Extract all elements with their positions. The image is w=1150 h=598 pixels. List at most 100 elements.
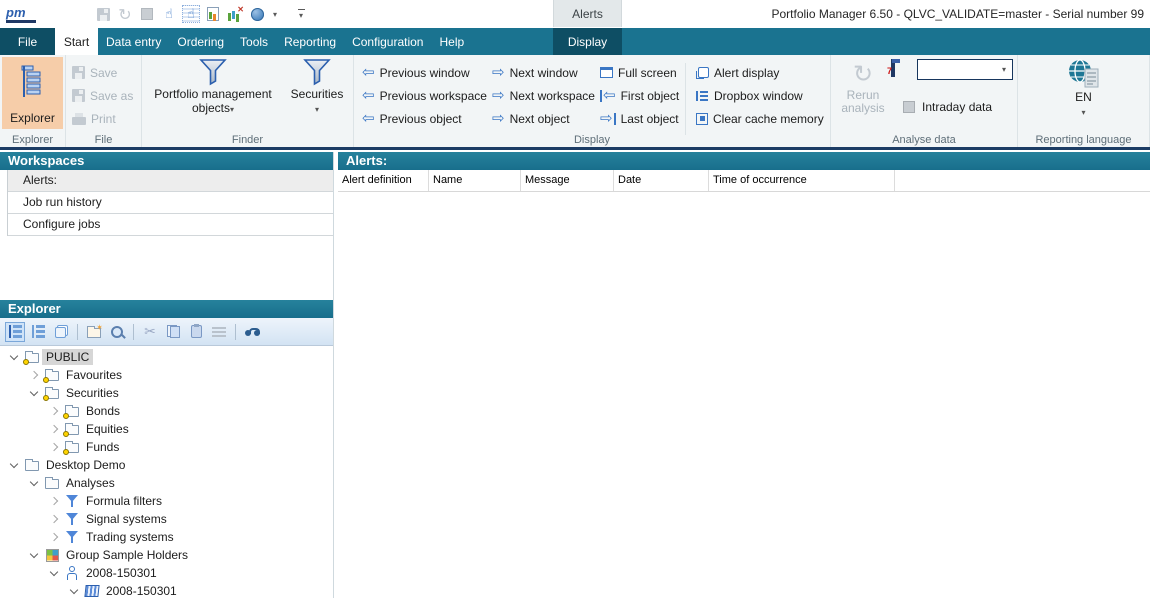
clear-cache-button[interactable]: Clear cache memory [696,108,824,129]
tree-item-label[interactable]: Formula filters [82,493,166,509]
tree-item-label[interactable]: 2008-150301 [102,583,181,598]
next-window-button[interactable]: Next window [492,62,578,83]
tree-item[interactable]: Group Sample Holders [0,546,333,564]
column-header-time-of-occurrence[interactable]: Time of occurrence [709,170,895,191]
chevron-down-icon[interactable] [66,589,82,593]
tree-item[interactable]: PUBLIC [0,348,333,366]
copy-button[interactable] [163,322,183,342]
customize-toolbar-icon[interactable]: ▾ [292,5,310,23]
tab-ordering[interactable]: Ordering [169,28,232,55]
tree-item[interactable]: 2008-150301 [0,582,333,598]
dropbox-window-button[interactable]: Dropbox window [696,85,803,106]
tab-tools[interactable]: Tools [232,28,276,55]
tree-item[interactable]: 2008-150301 [0,564,333,582]
stop-icon[interactable] [138,5,156,23]
list-view-button[interactable] [28,322,48,342]
tree-item[interactable]: Equities [0,420,333,438]
checkbox-icon[interactable] [903,101,915,113]
column-header-date[interactable]: Date [614,170,709,191]
windows-view-button[interactable] [51,322,71,342]
tree-item-label[interactable]: Bonds [82,403,124,419]
tree-item-label[interactable]: 2008-150301 [82,565,161,581]
previous-window-button[interactable]: Previous window [362,62,470,83]
hand-pointer-icon[interactable]: ☝ [160,5,178,23]
chevron-down-icon[interactable] [26,553,42,557]
tree-item-label[interactable]: Securities [62,385,123,401]
tab-reporting[interactable]: Reporting [276,28,344,55]
chevron-right-icon[interactable] [46,498,62,504]
alert-display-button[interactable]: Alert display [696,62,779,83]
chevron-right-icon[interactable] [46,426,62,432]
dropdown-caret-icon[interactable]: ▾ [270,5,280,23]
full-screen-button[interactable]: Full screen [600,62,677,83]
tab-data-entry[interactable]: Data entry [98,28,169,55]
tree-item-label[interactable]: PUBLIC [42,349,93,365]
chevron-down-icon[interactable] [26,481,42,485]
portfolio-management-objects-button[interactable]: Portfolio management objects [146,57,280,129]
previous-object-button[interactable]: Previous object [362,108,462,129]
chevron-down-icon[interactable] [46,571,62,575]
explorer-button[interactable]: Explorer [2,57,63,129]
combobox-dropdown-icon[interactable]: ▾ [996,60,1012,79]
chevron-down-icon[interactable] [6,355,22,359]
hand-grid-icon[interactable]: ☝ [182,5,200,23]
last-object-button[interactable]: Last object [600,108,679,129]
search-button[interactable] [107,322,127,342]
tab-display[interactable]: Display [553,28,622,55]
column-header-alert-definition[interactable]: Alert definition [338,170,429,191]
tree-item-label[interactable]: Equities [82,421,133,437]
chevron-down-icon[interactable] [6,463,22,467]
find-button[interactable] [242,322,262,342]
tree-item-label[interactable]: Trading systems [82,529,178,545]
previous-workspace-button[interactable]: Previous workspace [362,85,487,106]
tree-item[interactable]: Favourites [0,366,333,384]
chevron-right-icon[interactable] [46,408,62,414]
chevron-right-icon[interactable] [46,534,62,540]
first-object-button[interactable]: First object [600,85,679,106]
tree-item-label[interactable]: Analyses [62,475,119,491]
tree-item-label[interactable]: Funds [82,439,123,455]
save-button[interactable]: Save [72,62,117,83]
tree-view-button[interactable] [5,322,25,342]
next-object-button[interactable]: Next object [492,108,570,129]
workspace-item-alerts[interactable]: Alerts: [8,170,333,192]
cut-button[interactable]: ✂ [140,322,160,342]
workspace-item-job-run-history[interactable]: Job run history [8,192,333,214]
new-folder-button[interactable] [84,322,104,342]
tree-item-label[interactable]: Signal systems [82,511,171,527]
save-as-button[interactable]: Save as [72,85,133,106]
tab-configuration[interactable]: Configuration [344,28,431,55]
tree-item[interactable]: Bonds [0,402,333,420]
tree-item[interactable]: Trading systems [0,528,333,546]
tree-item-label[interactable]: Group Sample Holders [62,547,192,563]
securities-button[interactable]: Securities [284,57,350,129]
tab-file[interactable]: File [0,28,55,55]
analysis-date-combobox[interactable]: ▾ [917,59,1013,80]
tree-item[interactable]: Formula filters [0,492,333,510]
globe-icon[interactable] [248,5,266,23]
intraday-data-checkbox-row[interactable]: Intraday data [903,97,992,117]
chevron-right-icon[interactable] [26,372,42,378]
reporting-language-button[interactable]: EN [1018,58,1149,118]
tree-item[interactable]: Funds [0,438,333,456]
tree-item[interactable]: Analyses [0,474,333,492]
column-header-message[interactable]: Message [521,170,614,191]
chevron-right-icon[interactable] [46,516,62,522]
tree-item-label[interactable]: Favourites [62,367,126,383]
column-header-name[interactable]: Name [429,170,521,191]
workspace-item-configure-jobs[interactable]: Configure jobs [8,214,333,236]
rerun-analysis-button[interactable]: ↻ Rerun analysis [837,59,889,129]
tree-item[interactable]: Securities [0,384,333,402]
chevron-right-icon[interactable] [46,444,62,450]
redo-icon[interactable]: ↻ [116,5,134,23]
tree-item[interactable]: Signal systems [0,510,333,528]
save-icon[interactable] [94,5,112,23]
chart-icon[interactable] [226,5,244,23]
tree-item[interactable]: Desktop Demo [0,456,333,474]
tab-help[interactable]: Help [431,28,472,55]
paste-button[interactable] [186,322,206,342]
tab-start[interactable]: Start [55,28,98,55]
tree-item-label[interactable]: Desktop Demo [42,457,129,473]
next-workspace-button[interactable]: Next workspace [492,85,595,106]
chevron-down-icon[interactable] [26,391,42,395]
